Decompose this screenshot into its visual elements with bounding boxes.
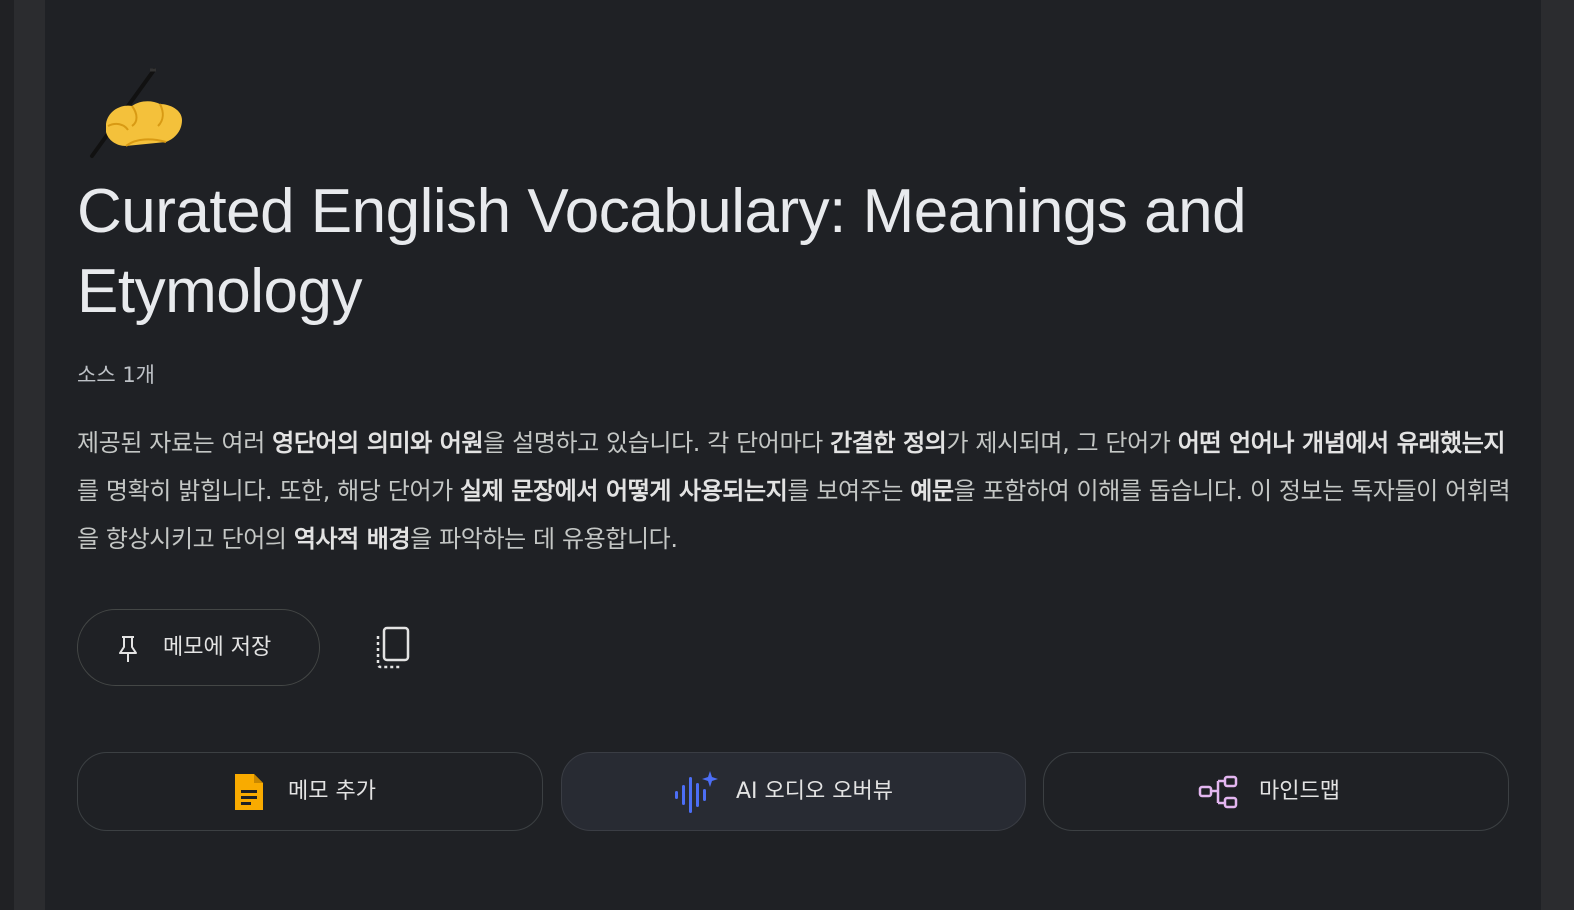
mindmap-icon bbox=[1198, 775, 1238, 809]
summary-segment: 을 파악하는 데 유용합니다. bbox=[410, 525, 678, 553]
left-rail bbox=[0, 0, 14, 910]
mindmap-label: 마인드맵 bbox=[1259, 779, 1340, 804]
page-title: Curated English Vocabulary: Meanings and… bbox=[77, 177, 1247, 326]
summary-highlight: 역사적 배경 bbox=[293, 525, 411, 553]
document-icon bbox=[235, 774, 263, 810]
copy-icon[interactable] bbox=[370, 622, 418, 672]
ai-audio-overview-button[interactable]: AI 오디오 오버뷰 bbox=[561, 752, 1026, 831]
summary-highlight: 간결한 정의 bbox=[830, 429, 947, 457]
save-to-note-button[interactable]: 메모에 저장 bbox=[77, 609, 320, 686]
ai-audio-overview-label: AI 오디오 오버뷰 bbox=[736, 779, 893, 804]
summary-segment: 가 제시되며, 그 단어가 bbox=[946, 429, 1178, 457]
source-count: 소스 1개 bbox=[77, 363, 155, 387]
summary-highlight: 어떤 언어나 개념에서 유래했는지 bbox=[1177, 429, 1506, 457]
add-note-button[interactable]: 메모 추가 bbox=[77, 752, 543, 831]
pin-icon bbox=[119, 636, 137, 662]
summary-highlight: 실제 문장에서 어떻게 사용되는지 bbox=[460, 477, 788, 505]
summary-segment: 을 설명하고 있습니다. 각 단어마다 bbox=[483, 429, 831, 457]
add-note-label: 메모 추가 bbox=[288, 779, 376, 804]
summary-segment: 를 보여주는 bbox=[787, 477, 911, 505]
writing-hand-icon bbox=[90, 68, 182, 158]
audio-sparkle-icon bbox=[675, 771, 718, 813]
summary-text: 제공된 자료는 여러 영단어의 의미와 어원을 설명하고 있습니다. 각 단어마… bbox=[77, 419, 1517, 563]
mindmap-button[interactable]: 마인드맵 bbox=[1043, 752, 1509, 831]
save-to-note-label: 메모에 저장 bbox=[163, 635, 272, 660]
summary-segment: 를 명확히 밝힙니다. 또한, 해당 단어가 bbox=[77, 477, 461, 505]
summary-segment: 제공된 자료는 여러 bbox=[77, 429, 273, 457]
summary-highlight: 예문 bbox=[910, 477, 954, 505]
summary-highlight: 영단어의 의미와 어원 bbox=[272, 429, 484, 457]
